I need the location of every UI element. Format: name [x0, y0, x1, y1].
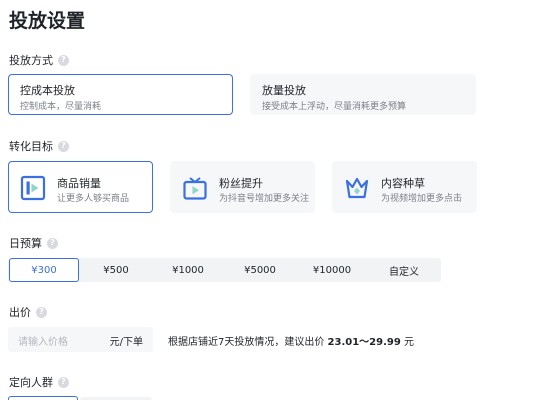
daily-budget-selector: ¥300 ¥500 ¥1000 ¥5000 ¥10000 自定义: [8, 258, 441, 282]
bid-label-text: 出价: [9, 306, 31, 319]
goal-option-fans[interactable]: 粉丝提升 为抖音号增加更多关注: [170, 161, 315, 213]
placement-option-desc: 控制成本，尽量消耗: [20, 102, 102, 112]
goal-option-desc: 为视频增加更多点击: [381, 194, 463, 204]
budget-option-custom[interactable]: 自定义: [368, 258, 440, 282]
bid-input-placeholder: 请输入价格: [18, 337, 68, 348]
daily-budget-label-text: 日预算: [9, 237, 42, 250]
goal-option-title: 内容种草: [381, 177, 425, 190]
budget-option[interactable]: ¥10000: [296, 258, 368, 282]
help-icon[interactable]: ?: [58, 376, 69, 388]
budget-option[interactable]: ¥1000: [152, 258, 224, 282]
bid-suggestion-prefix: 根据店铺近7天投放情况，建议出价: [168, 337, 328, 348]
conversion-goal-label: 转化目标 ?: [9, 138, 69, 154]
bid-unit: 元/下单: [109, 337, 143, 348]
help-icon[interactable]: ?: [47, 237, 58, 249]
product-sales-icon: [20, 175, 46, 201]
bid-label: 出价 ?: [9, 304, 47, 320]
bid-input[interactable]: 请输入价格 元/下单: [8, 327, 153, 352]
placement-method-label: 投放方式 ?: [9, 52, 69, 68]
goal-option-title: 商品销量: [57, 177, 101, 190]
placement-option-title: 控成本投放: [20, 84, 75, 97]
help-icon[interactable]: ?: [58, 54, 69, 66]
goal-option-desc: 为抖音号增加更多关注: [219, 194, 310, 204]
goal-option-product-sales[interactable]: 商品销量 让更多人够买商品: [8, 161, 153, 213]
placement-option-desc: 接受成本上浮动，尽量消耗更多预算: [262, 102, 407, 112]
bid-suggestion: 根据店铺近7天投放情况，建议出价 23.01～29.99 元: [168, 333, 414, 348]
goal-option-title: 粉丝提升: [219, 177, 263, 190]
budget-option[interactable]: ¥5000: [224, 258, 296, 282]
page-title: 投放设置: [9, 10, 86, 32]
placement-method-label-text: 投放方式: [9, 54, 53, 67]
conversion-goal-label-text: 转化目标: [9, 140, 53, 153]
bid-suggestion-suffix: 元: [400, 337, 414, 348]
targeting-label-text: 定向人群: [9, 376, 53, 389]
daily-budget-label: 日预算 ?: [9, 235, 58, 251]
budget-option[interactable]: ¥500: [80, 258, 152, 282]
targeting-label: 定向人群 ?: [9, 374, 69, 390]
placement-option-volume[interactable]: 放量投放 接受成本上浮动，尽量消耗更多预算: [250, 74, 476, 115]
crown-icon: [345, 177, 369, 199]
goal-option-content-seeding[interactable]: 内容种草 为视频增加更多点击: [332, 161, 477, 213]
help-icon[interactable]: ?: [36, 306, 47, 318]
placement-option-cost-control[interactable]: 控成本投放 控制成本，尽量消耗: [8, 74, 233, 115]
help-icon[interactable]: ?: [58, 140, 69, 152]
goal-option-desc: 让更多人够买商品: [57, 194, 130, 204]
budget-option[interactable]: ¥300: [9, 258, 79, 282]
bid-suggestion-range: 23.01～29.99: [327, 337, 401, 348]
targeting-option-selected[interactable]: [8, 396, 78, 400]
placement-option-title: 放量投放: [262, 84, 306, 97]
tv-play-icon: [183, 177, 207, 200]
